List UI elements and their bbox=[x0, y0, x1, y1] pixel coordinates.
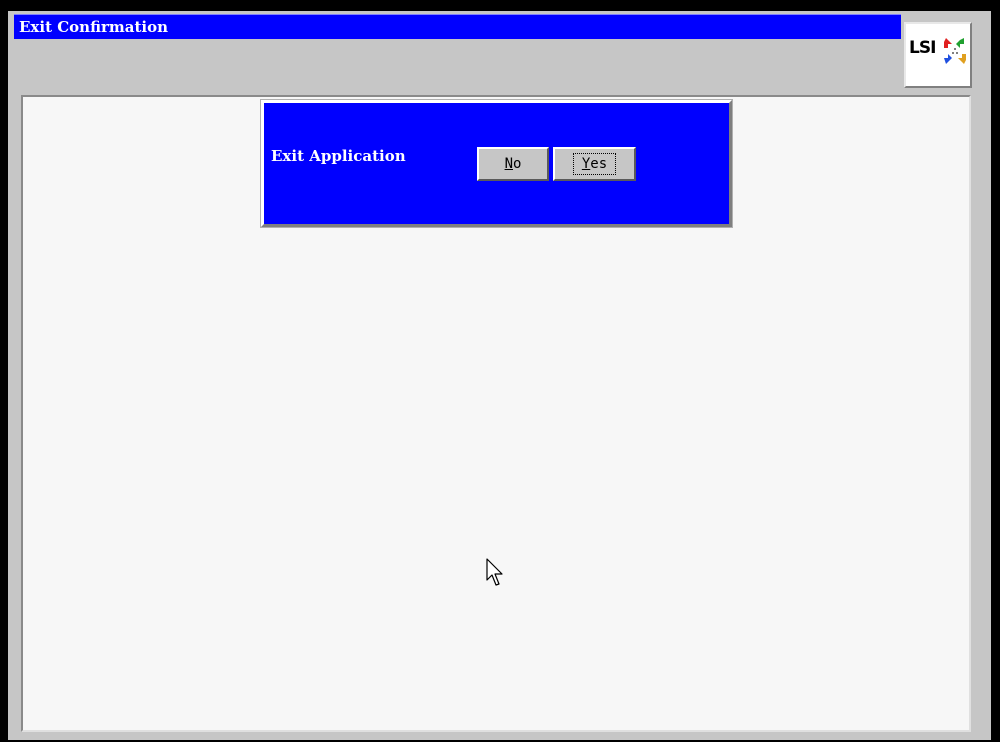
lsi-arrows-icon bbox=[944, 38, 966, 64]
no-button[interactable]: No bbox=[477, 147, 549, 181]
window-title-bar: Exit Confirmation bbox=[14, 14, 901, 39]
mouse-pointer-icon bbox=[486, 558, 503, 586]
lsi-logo: LSI bbox=[904, 22, 972, 88]
exit-confirmation-dialog: Exit Application No Yes bbox=[260, 99, 733, 228]
no-button-mnemonic: N bbox=[504, 156, 513, 172]
dialog-label: Exit Application bbox=[271, 147, 406, 165]
header-strip bbox=[14, 39, 901, 89]
logo-text: LSI bbox=[909, 38, 936, 58]
window-title: Exit Confirmation bbox=[19, 18, 169, 36]
yes-button-focus-ring: Yes bbox=[572, 153, 617, 175]
yes-button[interactable]: Yes bbox=[553, 147, 636, 181]
yes-button-label-rest: es bbox=[590, 156, 608, 172]
screen: Exit Confirmation LSI Exit Application N… bbox=[0, 0, 1000, 742]
no-button-label-rest: o bbox=[513, 156, 522, 172]
